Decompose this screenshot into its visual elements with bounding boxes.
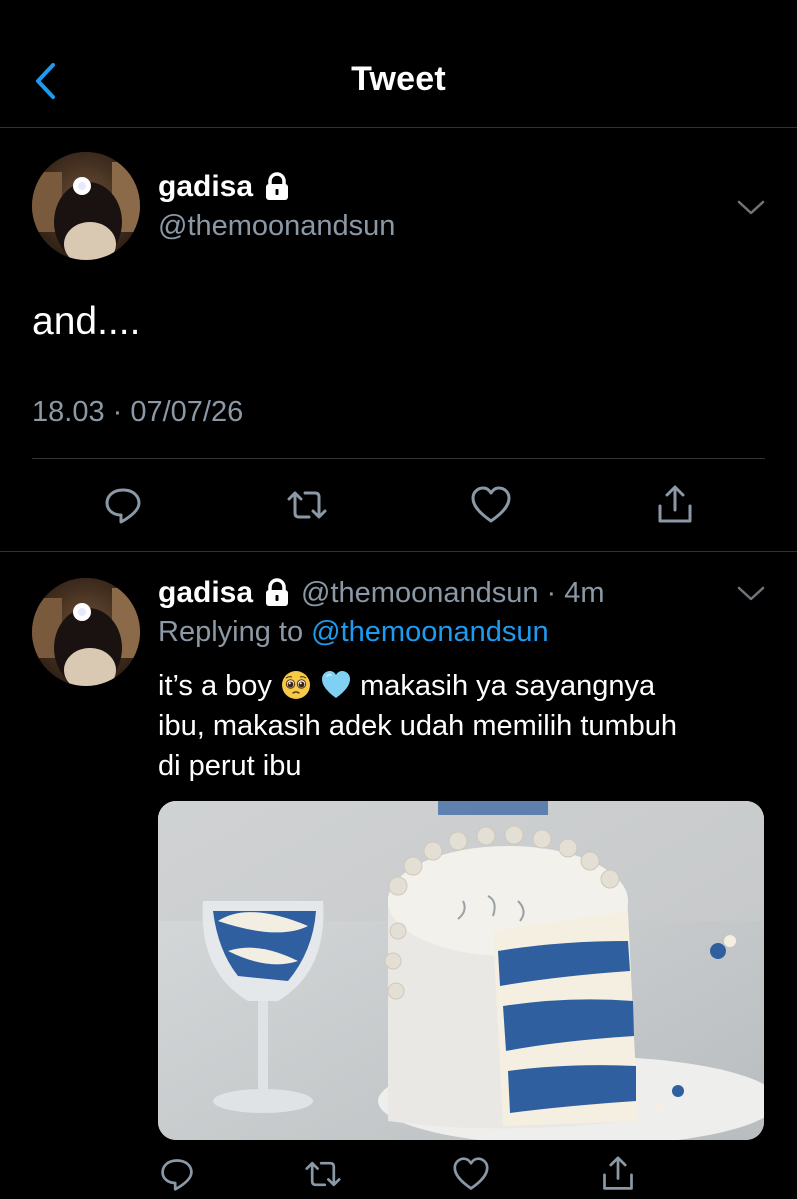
author-handle-time[interactable]: @themoonandsun · 4m: [301, 577, 605, 610]
reply-icon: [161, 1159, 193, 1191]
page-title: Tweet: [351, 60, 446, 98]
lock-icon: [266, 172, 289, 200]
retweet-icon: [287, 491, 327, 519]
tweet-timestamp[interactable]: 18.03 · 07/07/26: [32, 396, 243, 429]
like-icon: [453, 1157, 489, 1190]
divider: [32, 458, 765, 459]
tweet-text: and....: [32, 300, 141, 343]
reply-button[interactable]: [101, 483, 145, 527]
author-row: gadisa: [158, 170, 291, 204]
retweet-button[interactable]: [301, 1152, 345, 1196]
lock-icon: [266, 578, 289, 606]
chevron-down-icon[interactable]: [736, 584, 766, 604]
light-blue-heart-icon: [322, 671, 351, 698]
like-button[interactable]: [449, 1152, 493, 1196]
author-name[interactable]: gadisa: [158, 576, 253, 610]
reply-line-3: di perut ibu: [158, 750, 302, 782]
reply-text-part: it’s a boy: [158, 670, 272, 702]
retweet-button[interactable]: [285, 483, 329, 527]
share-icon: [603, 1156, 633, 1190]
retweet-icon: [305, 1161, 341, 1187]
share-button[interactable]: [653, 483, 697, 527]
reply-text: it’s a boy makasih ya sayangnya ibu, mak…: [158, 666, 768, 786]
avatar[interactable]: [32, 578, 140, 686]
cake-photo[interactable]: [158, 801, 764, 1140]
top-bar: Tweet: [0, 0, 797, 128]
mention-link[interactable]: @themoonandsun: [311, 616, 548, 648]
like-icon: [471, 486, 511, 523]
like-button[interactable]: [469, 483, 513, 527]
share-button[interactable]: [596, 1152, 640, 1196]
pleading-face-icon: [281, 671, 310, 699]
author-handle[interactable]: @themoonandsun: [158, 210, 395, 243]
reply-line-2: ibu, makasih adek udah memilih tumbuh: [158, 710, 678, 742]
tweet-detail-screen: Tweet gadisa @themoonandsun and.... 18.0…: [0, 0, 797, 1199]
reply-author-row: gadisa @themoonandsun · 4m: [158, 576, 605, 610]
author-name[interactable]: gadisa: [158, 170, 253, 204]
divider: [0, 551, 797, 552]
reply-text-part: makasih ya sayangnya: [360, 670, 656, 702]
share-icon: [658, 485, 692, 523]
reply-icon: [105, 488, 141, 524]
avatar[interactable]: [32, 152, 140, 260]
reply-button[interactable]: [155, 1152, 199, 1196]
chevron-down-icon[interactable]: [736, 198, 766, 218]
replying-prefix: Replying to: [158, 616, 312, 648]
replying-to: Replying to @themoonandsun: [158, 616, 549, 649]
reply-line-1: it’s a boy makasih ya sayangnya: [158, 666, 768, 706]
